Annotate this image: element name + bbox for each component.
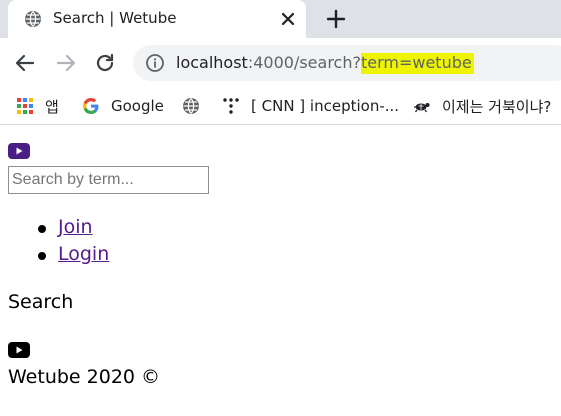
bookmark-label: 이제는 거북이냐? (442, 97, 552, 116)
footer-copyright: Wetube 2020 © (8, 366, 161, 388)
tab-title: Search | Wetube (53, 9, 177, 27)
join-link[interactable]: Join (58, 216, 93, 238)
google-icon (82, 97, 99, 114)
tab-strip: Search | Wetube (0, 0, 561, 38)
bookmark-globe[interactable] (182, 94, 211, 118)
bookmark-google[interactable]: Google (82, 94, 164, 118)
plus-icon[interactable] (325, 8, 347, 30)
search-input[interactable] (8, 166, 209, 194)
browser-toolbar: localhost:4000/search?term=wetube (0, 38, 561, 88)
bookmark-label: [ CNN ] inception-... (251, 97, 400, 115)
url-path: :4000/search? (247, 53, 361, 72)
url-host: localhost (176, 53, 248, 72)
globe-icon (25, 11, 41, 27)
turtle-icon (414, 103, 430, 113)
bookmarks-bar: 앱 Google [ CNN ] inception-... 이제는 거북이냐? (0, 88, 561, 125)
bookmark-label: 앱 (45, 97, 59, 116)
page-title: Search (8, 291, 74, 313)
nav-item-join: Join (8, 216, 109, 243)
close-icon[interactable] (278, 9, 298, 29)
back-arrow-icon[interactable] (12, 50, 38, 76)
list-bullet (38, 252, 46, 260)
address-bar[interactable]: localhost:4000/search?term=wetube (133, 45, 561, 81)
globe-icon (183, 98, 199, 114)
bookmark-apps[interactable]: 앱 (16, 94, 59, 118)
page-content: Join Login Search Wetube 2020 © (0, 126, 561, 416)
youtube-icon (8, 342, 30, 358)
nav-list: Join Login (8, 216, 109, 270)
forward-arrow-icon[interactable] (53, 50, 79, 76)
nav-item-login: Login (8, 243, 109, 270)
list-bullet (38, 225, 46, 233)
dots-icon (223, 98, 239, 114)
bookmark-cnn[interactable]: [ CNN ] inception-... (222, 94, 399, 118)
bookmark-label: Google (111, 97, 164, 115)
youtube-icon[interactable] (8, 143, 30, 159)
login-link[interactable]: Login (58, 243, 109, 265)
reload-icon[interactable] (92, 50, 118, 76)
url-text: localhost:4000/search?term=wetube (176, 53, 474, 74)
bookmark-turtle[interactable]: 이제는 거북이냐? (413, 94, 551, 118)
apps-grid-icon (17, 98, 33, 114)
browser-tab[interactable]: Search | Wetube (8, 0, 306, 38)
info-icon[interactable] (145, 53, 165, 73)
url-query-highlighted: term=wetube (360, 53, 474, 74)
